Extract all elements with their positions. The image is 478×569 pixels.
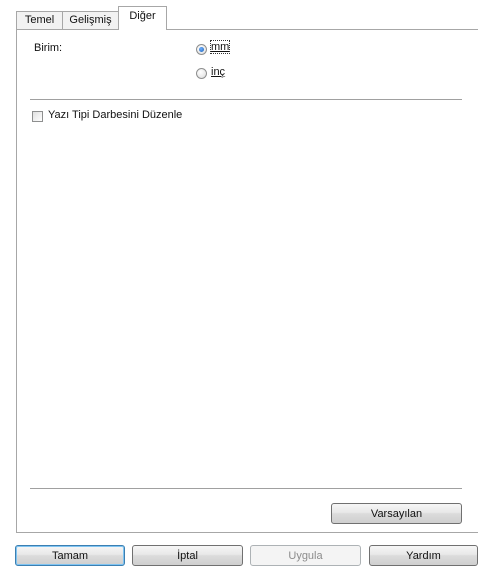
defaults-button[interactable]: Varsayılan	[331, 503, 462, 524]
unit-mm-text: mm	[211, 41, 230, 53]
tab-temel-label: Temel	[24, 14, 55, 26]
font-stroke-checkbox[interactable]	[32, 111, 43, 122]
cancel-button[interactable]: İptal	[132, 545, 243, 566]
separator-bottom	[30, 488, 462, 490]
tab-diger[interactable]: Diğer	[118, 6, 167, 30]
unit-label: Birim:	[34, 42, 63, 54]
ok-button[interactable]: Tamam	[15, 545, 125, 566]
apply-button[interactable]: Uygula	[250, 545, 361, 566]
unit-mm-label[interactable]: mm	[209, 40, 231, 54]
unit-inch-radio[interactable]	[196, 68, 207, 79]
separator-top	[30, 99, 462, 101]
tab-gelismis[interactable]: Gelişmiş	[62, 11, 119, 29]
tab-gelismis-label: Gelişmiş	[69, 14, 112, 26]
font-stroke-text: Yazı Tipi Darbesini Düzenle	[48, 109, 183, 121]
tab-panel	[16, 29, 478, 533]
font-stroke-label[interactable]: Yazı Tipi Darbesini Düzenle	[48, 109, 182, 121]
unit-inch-text: inç	[211, 66, 226, 78]
tab-temel[interactable]: Temel	[16, 11, 63, 29]
tab-diger-label: Diğer	[129, 10, 156, 22]
unit-inch-label[interactable]: inç	[211, 66, 225, 78]
help-button[interactable]: Yardım	[369, 545, 478, 566]
unit-mm-radio[interactable]	[196, 44, 207, 55]
